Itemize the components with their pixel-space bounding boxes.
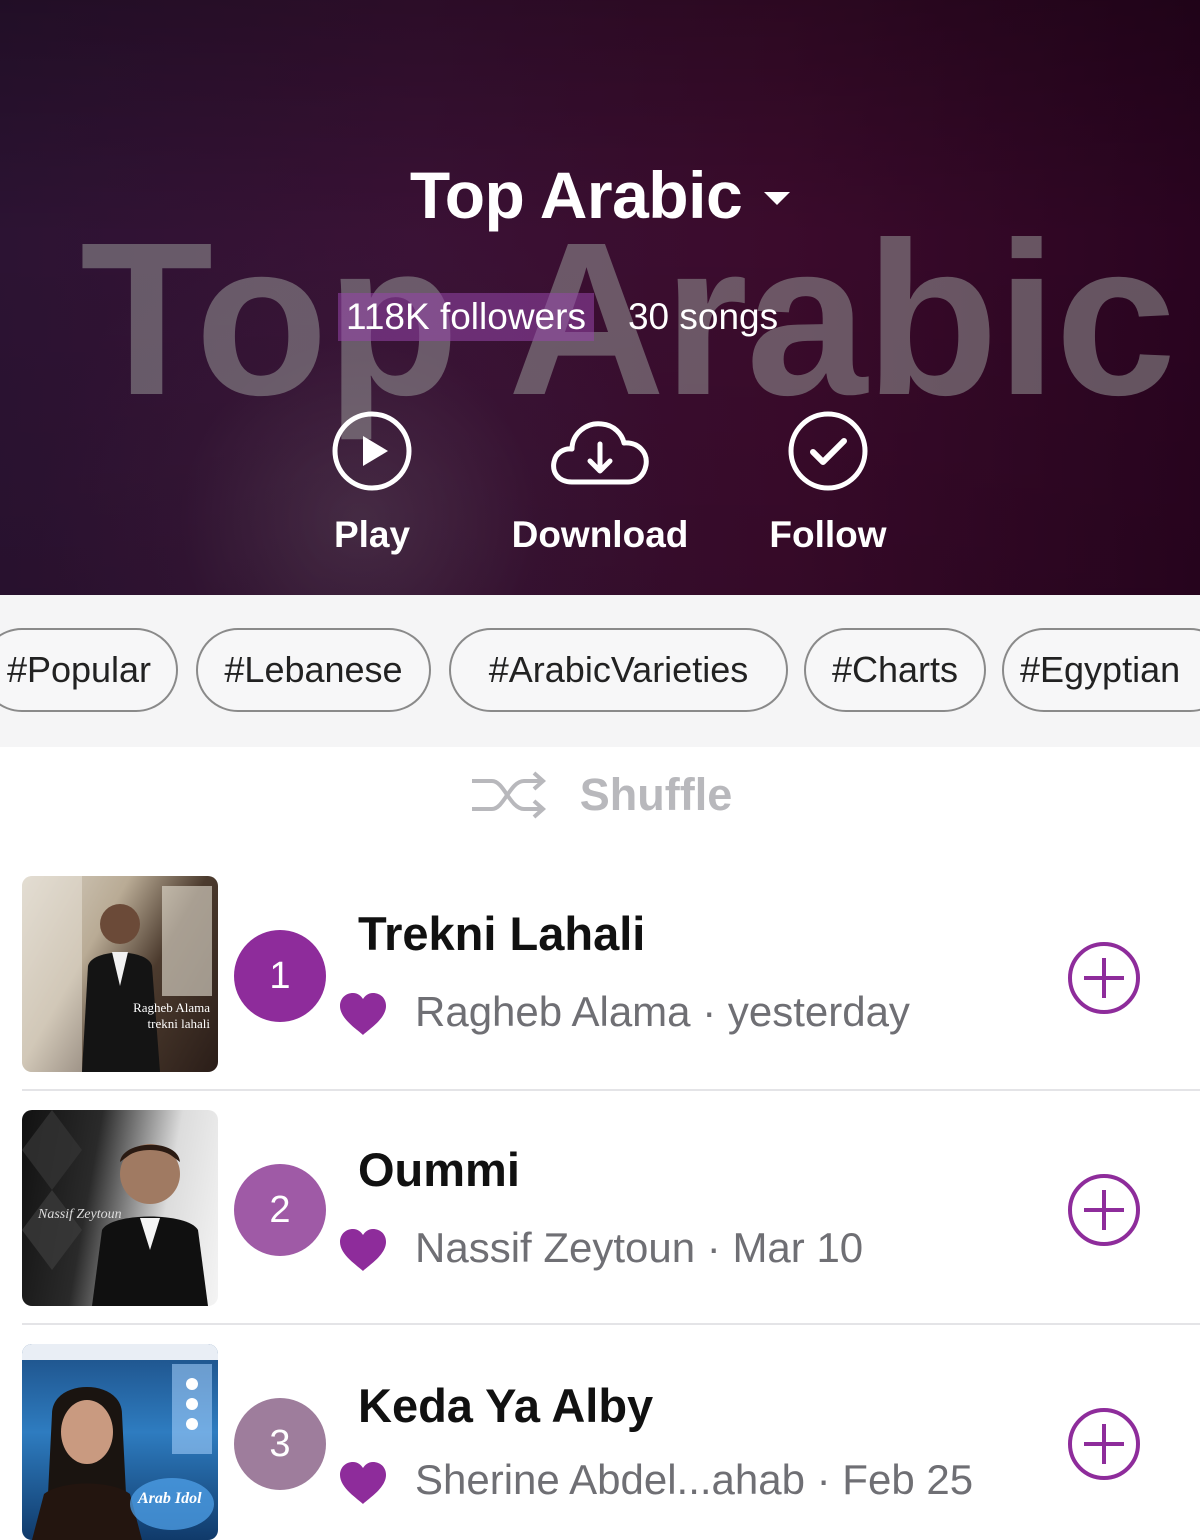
cover-art <box>22 1344 218 1540</box>
download-label: Download <box>511 514 689 555</box>
cover-art <box>22 876 212 1072</box>
song-title: Oummi <box>358 1143 520 1196</box>
follow-label: Follow <box>769 514 887 555</box>
song-row[interactable]: Arab Idol 3 Keda Ya Alby Sherine Abdel..… <box>0 1326 1200 1540</box>
tag-lebanese[interactable]: #Lebanese <box>196 628 431 712</box>
album-cover: Ragheb Alama trekni lahali <box>22 876 218 1072</box>
rank-badge: 2 <box>234 1164 326 1256</box>
followers-count: 118K followers <box>338 293 594 341</box>
download-button[interactable]: Download <box>490 410 710 570</box>
check-circle-icon[interactable] <box>787 410 869 492</box>
tag-bar: #Popular #Lebanese #ArabicVarieties #Cha… <box>0 595 1200 747</box>
rank-badge: 1 <box>234 930 326 1022</box>
tag-egyptian[interactable]: #Egyptian <box>1002 628 1200 712</box>
album-cover: Nassif Zeytoun <box>22 1110 218 1306</box>
play-button[interactable]: Play <box>262 410 482 570</box>
add-circle-icon[interactable] <box>1066 1172 1142 1248</box>
song-meta: Sherine Abdel...ahab · Feb 25 <box>415 1456 974 1503</box>
cloud-download-icon[interactable] <box>548 410 652 492</box>
playlist-stats: 118K followers 30 songs <box>338 292 778 342</box>
tag-popular[interactable]: #Popular <box>0 628 178 712</box>
playlist-actions: Play Download Follow <box>0 410 1200 570</box>
cover-caption: Ragheb Alama trekni lahali <box>133 1000 210 1031</box>
song-row[interactable]: Ragheb Alama trekni lahali 1 Trekni Laha… <box>0 858 1200 1092</box>
play-circle-icon[interactable] <box>331 410 413 492</box>
rank-badge: 3 <box>234 1398 326 1490</box>
add-circle-icon[interactable] <box>1066 1406 1142 1482</box>
song-title: Trekni Lahali <box>358 907 646 960</box>
heart-icon[interactable] <box>338 1460 388 1506</box>
song-meta: Nassif Zeytoun · Mar 10 <box>415 1224 864 1271</box>
tag-charts[interactable]: #Charts <box>804 628 986 712</box>
playlist-header: Top Arabic Top Arabic 118K followers 30 … <box>0 0 1200 595</box>
shuffle-label: Shuffle <box>579 769 733 820</box>
heart-icon[interactable] <box>338 1227 388 1273</box>
heart-icon[interactable] <box>338 991 388 1037</box>
row-divider <box>22 1089 1200 1091</box>
shuffle-icon <box>471 771 546 819</box>
song-row[interactable]: Nassif Zeytoun 2 Oummi Nassif Zeytoun · … <box>0 1092 1200 1326</box>
song-meta: Ragheb Alama · yesterday <box>415 988 910 1035</box>
album-cover: Arab Idol <box>22 1344 218 1540</box>
cover-caption: Arab Idol <box>138 1490 202 1507</box>
follow-button[interactable]: Follow <box>718 410 938 570</box>
row-divider <box>22 1323 1200 1325</box>
song-title: Keda Ya Alby <box>358 1379 654 1432</box>
playlist-title-row[interactable]: Top Arabic <box>0 150 1200 240</box>
cover-caption: Nassif Zeytoun <box>38 1207 122 1222</box>
tag-arabic-varieties[interactable]: #ArabicVarieties <box>449 628 788 712</box>
shuffle-button[interactable]: Shuffle <box>0 750 1200 840</box>
add-circle-icon[interactable] <box>1066 940 1142 1016</box>
play-label: Play <box>333 514 411 555</box>
caret-down-icon[interactable] <box>764 191 791 205</box>
songs-count: 30 songs <box>627 296 779 337</box>
playlist-title[interactable]: Top Arabic <box>410 157 743 233</box>
